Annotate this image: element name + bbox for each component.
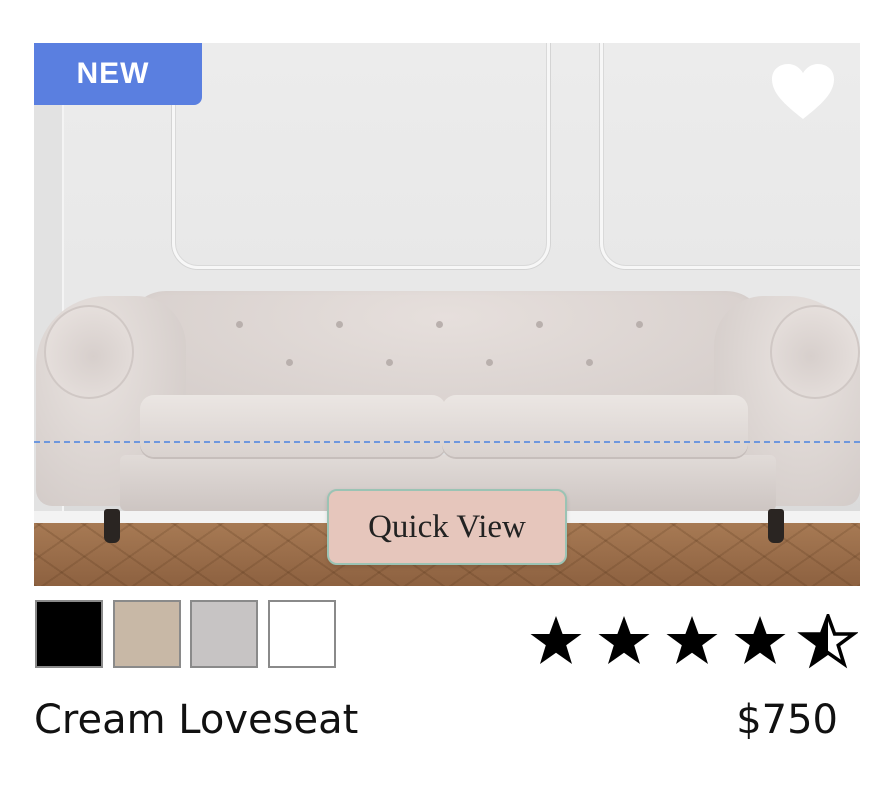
dashed-guide-line xyxy=(34,441,860,443)
color-swatch-beige[interactable] xyxy=(113,600,181,668)
color-swatch-black[interactable] xyxy=(35,600,103,668)
star-icon xyxy=(734,616,786,664)
favorite-button[interactable] xyxy=(770,62,836,122)
product-price: $750 xyxy=(736,697,838,743)
tuft xyxy=(486,359,493,366)
tuft xyxy=(536,321,543,328)
new-badge-label: NEW xyxy=(76,57,150,90)
tuft xyxy=(336,321,343,328)
tuft xyxy=(436,321,443,328)
sofa-arm-roll xyxy=(44,305,134,399)
star-icon xyxy=(666,616,718,664)
tuft xyxy=(236,321,243,328)
star-icon xyxy=(530,616,582,664)
rating-stars xyxy=(530,614,858,669)
sofa-cushion xyxy=(140,395,446,457)
color-swatch-grey[interactable] xyxy=(190,600,258,668)
tuft xyxy=(586,359,593,366)
product-card: NEW Quick View Cream Loveseat $750 xyxy=(0,0,891,797)
tuft xyxy=(636,321,643,328)
sofa-leg xyxy=(768,509,784,543)
heart-icon xyxy=(772,64,834,119)
half-star-icon xyxy=(797,614,858,669)
sofa-cushion xyxy=(442,395,748,457)
star-icon xyxy=(598,616,650,664)
quick-view-label: Quick View xyxy=(368,508,526,545)
new-badge: NEW xyxy=(34,43,202,105)
product-name: Cream Loveseat xyxy=(34,697,359,743)
sofa-arm-roll xyxy=(770,305,860,399)
tuft xyxy=(286,359,293,366)
quick-view-button[interactable]: Quick View xyxy=(327,489,567,565)
sofa-leg xyxy=(104,509,120,543)
tuft xyxy=(386,359,393,366)
color-swatch-white[interactable] xyxy=(268,600,336,668)
